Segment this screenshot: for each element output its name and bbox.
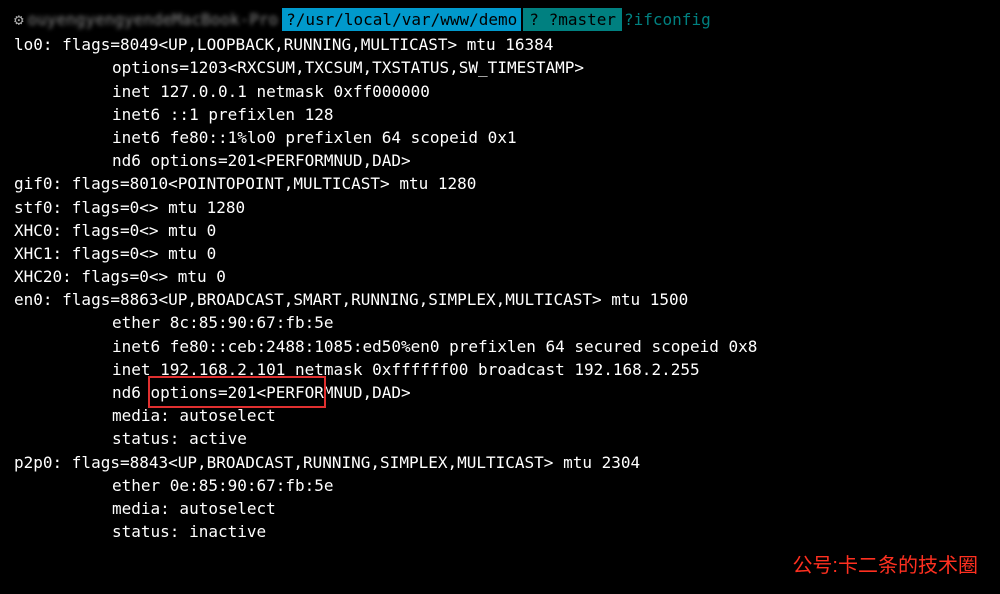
- watermark-text: 公号:卡二条的技术圈: [792, 549, 978, 578]
- iface-p2p0-line: ether 0e:85:90:67:fb:5e: [14, 474, 986, 497]
- iface-lo0-line: inet6 fe80::1%lo0 prefixlen 64 scopeid 0…: [14, 126, 986, 149]
- cmd-prefix: ?: [624, 10, 634, 29]
- terminal-window[interactable]: ⚙ ouyengyengyendeMacBook-Pro ?/usr/local…: [0, 0, 1000, 551]
- iface-p2p0-line: media: autoselect: [14, 497, 986, 520]
- iface-p2p0-line: status: inactive: [14, 520, 986, 543]
- path-prefix: ?: [286, 10, 296, 29]
- iface-xhc20: XHC20: flags=0<> mtu 0: [14, 265, 986, 288]
- iface-en0-line: inet6 fe80::ceb:2488:1085:ed50%en0 prefi…: [14, 335, 986, 358]
- iface-lo0-line: options=1203<RXCSUM,TXCSUM,TXSTATUS,SW_T…: [14, 56, 986, 79]
- iface-lo0-header: lo0: flags=8049<UP,LOOPBACK,RUNNING,MULT…: [14, 33, 986, 56]
- cmd-text: ifconfig: [634, 10, 711, 29]
- path-text: /usr/local/var/www/demo: [296, 10, 518, 29]
- cwd-path: ?/usr/local/var/www/demo: [282, 8, 521, 31]
- iface-lo0-line: inet 127.0.0.1 netmask 0xff000000: [14, 80, 986, 103]
- iface-stf0: stf0: flags=0<> mtu 1280: [14, 196, 986, 219]
- gear-icon: ⚙: [14, 8, 24, 31]
- branch-prefix: ? ?: [529, 10, 558, 29]
- user-host: ouyengyengyendeMacBook-Pro: [28, 8, 278, 31]
- iface-en0-line: media: autoselect: [14, 404, 986, 427]
- prompt-line: ⚙ ouyengyengyendeMacBook-Pro ?/usr/local…: [14, 8, 986, 31]
- iface-en0-line: ether 8c:85:90:67:fb:5e: [14, 311, 986, 334]
- iface-en0-inet: inet 192.168.2.101 netmask 0xffffff00 br…: [14, 358, 986, 381]
- iface-en0-header: en0: flags=8863<UP,BROADCAST,SMART,RUNNI…: [14, 288, 986, 311]
- iface-lo0-line: nd6 options=201<PERFORMNUD,DAD>: [14, 149, 986, 172]
- command: ?ifconfig: [624, 8, 711, 31]
- branch-text: master: [558, 10, 616, 29]
- iface-lo0-line: inet6 ::1 prefixlen 128: [14, 103, 986, 126]
- iface-xhc0: XHC0: flags=0<> mtu 0: [14, 219, 986, 242]
- iface-xhc1: XHC1: flags=0<> mtu 0: [14, 242, 986, 265]
- iface-gif0: gif0: flags=8010<POINTOPOINT,MULTICAST> …: [14, 172, 986, 195]
- iface-en0-line: status: active: [14, 427, 986, 450]
- git-branch: ? ?master: [523, 8, 622, 31]
- iface-p2p0-header: p2p0: flags=8843<UP,BROADCAST,RUNNING,SI…: [14, 451, 986, 474]
- iface-en0-line: nd6 options=201<PERFORMNUD,DAD>: [14, 381, 986, 404]
